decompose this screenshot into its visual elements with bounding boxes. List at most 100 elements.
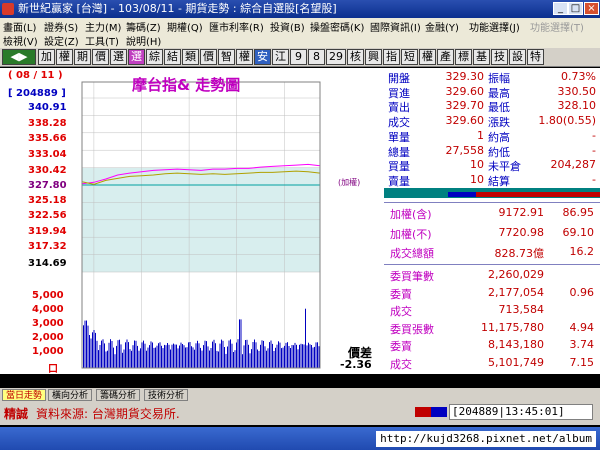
volume-bar — [101, 340, 102, 368]
toolbar-button[interactable]: 權 — [419, 49, 436, 65]
menu-item-view[interactable]: 檢視(V) — [3, 33, 38, 48]
index-label: 成交總額 — [390, 247, 434, 260]
menu-item-options[interactable]: 期權(Q) — [167, 19, 203, 34]
menu-item-invest[interactable]: 投資(B) — [270, 19, 305, 34]
toolbar-button[interactable]: 綜 — [146, 49, 163, 65]
toolbar-button[interactable]: 權 — [56, 49, 73, 65]
chart-pane: ( 08 / 11 ) [ 204889 ] 摩台指& 走勢圖 (加權) 價差 … — [0, 68, 384, 375]
volume-bar — [251, 349, 252, 368]
volume-bar — [285, 342, 287, 368]
volume-bar — [230, 339, 231, 368]
menu-item-major[interactable]: 主力(M) — [85, 19, 121, 34]
toolbar-button[interactable]: 選 — [128, 49, 145, 65]
quote-label: 振幅 — [488, 72, 510, 85]
toolbar-button[interactable]: 29 — [326, 49, 346, 65]
order-change: 4.94 — [569, 320, 595, 334]
toolbar-button[interactable]: 價 — [92, 49, 109, 65]
quote-label: 最高 — [488, 86, 510, 100]
menu-item-screen[interactable]: 畫面(L) — [3, 19, 36, 34]
toolbar-button[interactable]: 權 — [236, 49, 253, 65]
toolbar-button[interactable]: 類 — [182, 49, 199, 65]
y-tick-label: 322.56 — [28, 210, 67, 221]
menu-item-intl[interactable]: 國際資訊(I) — [370, 19, 421, 34]
status-bar: 精誠 資料來源: 台灣期貨交易所. [204889|13:45:01] — [0, 401, 600, 425]
toolbar-button[interactable]: 8 — [308, 49, 325, 65]
toolbar-button[interactable]: 智 — [218, 49, 235, 65]
toolbar-button[interactable]: 短 — [401, 49, 418, 65]
menu-item-forex[interactable]: 匯市利率(R) — [209, 19, 264, 34]
volume-bar — [282, 347, 284, 368]
order-value: 713,584 — [498, 303, 545, 316]
volume-bar — [128, 342, 129, 368]
volume-bar — [134, 340, 135, 368]
volume-bar — [114, 354, 116, 368]
toolbar-button[interactable]: 核 — [347, 49, 364, 65]
volume-bar — [198, 343, 200, 368]
status-left: 精誠 — [4, 407, 29, 421]
toolbar-button[interactable]: 基 — [473, 49, 490, 65]
y-tick-label: 319.94 — [28, 226, 67, 237]
volume-bar — [116, 345, 117, 368]
volume-bar — [284, 345, 285, 368]
toolbar-button[interactable]: 加 — [38, 49, 55, 65]
volume-bar — [135, 340, 137, 368]
y-tick-label: 333.04 — [28, 149, 67, 160]
quote-label: 漲跌 — [488, 116, 510, 130]
quote-value: 330.50 — [557, 84, 597, 98]
volume-bar — [122, 352, 123, 368]
tab-technical[interactable]: 技術分析 — [144, 389, 189, 401]
volume-bar — [273, 351, 275, 368]
volume-tick-label: 4,000 — [32, 304, 64, 315]
tab-horizontal[interactable]: 橫向分析 — [48, 389, 93, 401]
volume-bar — [99, 345, 101, 368]
volume-bar — [216, 350, 218, 368]
status-clock: [204889|13:45:01] — [449, 404, 593, 420]
bid-ask-bar — [384, 188, 600, 198]
menu-item-function-j[interactable]: 功能選擇(J) — [469, 19, 520, 34]
toolbar-button[interactable]: 特 — [527, 49, 544, 65]
toolbar-button[interactable]: 設 — [509, 49, 526, 65]
mode-icon[interactable]: ◀▶ — [2, 49, 36, 65]
toolbar-button[interactable]: 安 — [254, 49, 271, 65]
volume-bar — [90, 338, 92, 368]
order-change: 7.15 — [569, 355, 595, 369]
quote-label: 結算 — [488, 174, 510, 188]
toolbar-button[interactable]: 興 — [365, 49, 382, 65]
toolbar-button[interactable]: 江 — [272, 49, 289, 65]
quote-value: - — [592, 172, 596, 186]
status-message: 資料來源: 台灣期貨交易所. — [36, 407, 180, 421]
volume-bar — [296, 344, 297, 368]
volume-bar — [263, 340, 264, 368]
toolbar-button[interactable]: 選 — [110, 49, 127, 65]
maximize-button[interactable]: □ — [568, 2, 583, 15]
minimize-button[interactable]: _ — [553, 2, 568, 15]
menu-item-tools[interactable]: 工具(T) — [85, 33, 119, 48]
volume-bar — [299, 344, 300, 368]
close-button[interactable]: × — [584, 2, 599, 15]
volume-bar — [155, 347, 156, 368]
menu-item-chips[interactable]: 籌碼(Z) — [126, 19, 161, 34]
tab-intraday[interactable]: 當日走勢 — [2, 389, 47, 401]
volume-bar — [243, 345, 245, 368]
menu-item-settings[interactable]: 設定(Z) — [44, 33, 79, 48]
toolbar-button[interactable]: 標 — [455, 49, 472, 65]
toolbar-button[interactable]: 期 — [74, 49, 91, 65]
menu-item-securities[interactable]: 證券(S) — [44, 19, 78, 34]
volume-bar — [167, 343, 168, 368]
menu-item-trading-code[interactable]: 操盤密碼(K) — [310, 19, 364, 34]
volume-bar — [281, 348, 282, 368]
tab-chips[interactable]: 籌碼分析 — [96, 389, 141, 401]
toolbar-button[interactable]: 9 — [290, 49, 307, 65]
toolbar-button[interactable]: 價 — [200, 49, 217, 65]
toolbar-button[interactable]: 結 — [164, 49, 181, 65]
order-change: 0.96 — [569, 285, 595, 299]
toolbar-button[interactable]: 技 — [491, 49, 508, 65]
x-tick-label: 11:00 — [169, 374, 205, 387]
index-change: 16.2 — [569, 245, 595, 258]
menu-item-finance[interactable]: 金融(Y) — [425, 19, 459, 34]
y-tick-label: 317.32 — [28, 241, 67, 252]
toolbar-button[interactable]: 指 — [383, 49, 400, 65]
menu-item-function-t[interactable]: 功能選擇(T) — [530, 19, 584, 34]
toolbar-button[interactable]: 產 — [437, 49, 454, 65]
menu-item-help[interactable]: 說明(H) — [126, 33, 161, 48]
